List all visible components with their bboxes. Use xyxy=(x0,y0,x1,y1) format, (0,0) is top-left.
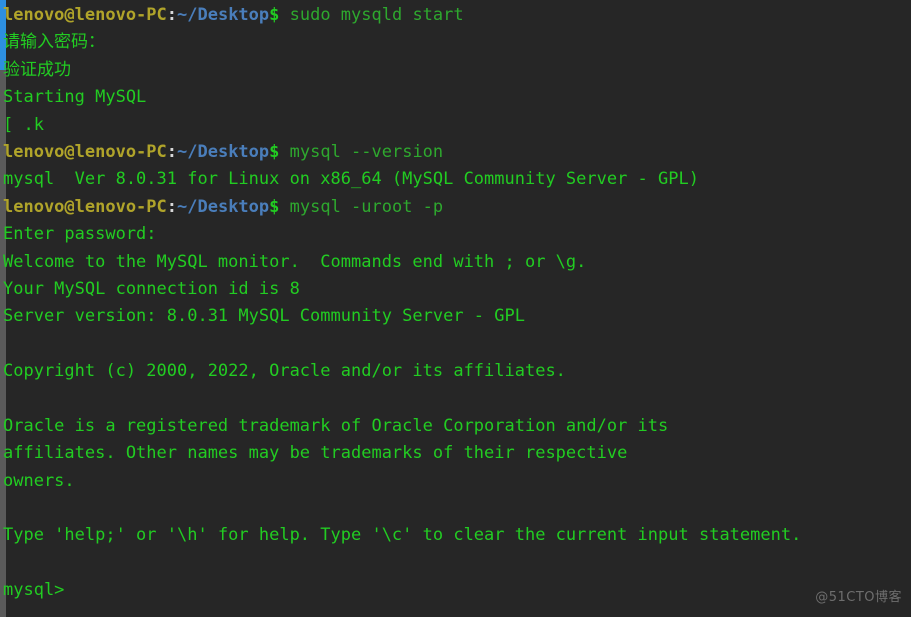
mysql-prompt-label: mysql> xyxy=(3,580,65,601)
prompt-user-host: lenovo@lenovo-PC xyxy=(3,141,167,162)
terminal-output-line: affiliates. Other names may be trademark… xyxy=(3,440,911,467)
terminal-output-text: Your MySQL connection id is 8 xyxy=(3,278,300,299)
terminal-output-line: mysql Ver 8.0.31 for Linux on x86_64 (My… xyxy=(3,166,911,193)
prompt-symbol: $ xyxy=(269,5,280,25)
terminal-screen[interactable]: lenovo@lenovo-PC:~/Desktop$ sudo mysqld … xyxy=(0,2,911,605)
terminal-prompt-line: lenovo@lenovo-PC:~/Desktop$ mysql -uroot… xyxy=(3,194,911,221)
terminal-output-text: owners. xyxy=(3,470,75,491)
terminal-output-text: Server version: 8.0.31 MySQL Community S… xyxy=(3,306,525,327)
terminal-output-line: 请输入密码： xyxy=(3,29,911,56)
prompt-separator: : xyxy=(166,196,178,217)
terminal-output-line: Your MySQL connection id is 8 xyxy=(3,276,911,303)
terminal-output-text: mysql Ver 8.0.31 for Linux on x86_64 (My… xyxy=(3,169,699,190)
terminal-output-line: Enter password: xyxy=(3,221,911,248)
terminal-command: mysql -uroot -p xyxy=(279,196,444,217)
terminal-output-line: Starting MySQL xyxy=(3,84,911,111)
terminal-prompt-line: lenovo@lenovo-PC:~/Desktop$ mysql --vers… xyxy=(3,139,911,166)
terminal-output-text: [ .k xyxy=(3,114,44,135)
terminal-output-line: Server version: 8.0.31 MySQL Community S… xyxy=(3,303,911,330)
prompt-separator: : xyxy=(166,141,178,162)
prompt-symbol: $ xyxy=(269,196,280,217)
prompt-separator: : xyxy=(166,5,178,25)
terminal-output-text: Type 'help;' or '\h' for help. Type '\c'… xyxy=(3,525,802,546)
terminal-command: sudo mysqld start xyxy=(279,5,464,25)
terminal-output-text: Starting MySQL xyxy=(3,87,147,108)
prompt-path: ~/Desktop xyxy=(177,5,270,25)
terminal-output-line: 验证成功 xyxy=(3,57,911,84)
terminal-output-line: Copyright (c) 2000, 2022, Oracle and/or … xyxy=(3,358,911,385)
prompt-path: ~/Desktop xyxy=(177,141,270,162)
terminal-output-text: Oracle is a registered trademark of Orac… xyxy=(3,415,669,436)
terminal-output-text: 请输入密码： xyxy=(3,32,105,53)
terminal-command: mysql --version xyxy=(279,141,444,162)
terminal-output-text: affiliates. Other names may be trademark… xyxy=(3,443,628,464)
watermark-label: @51CTO博客 xyxy=(815,589,902,605)
terminal-output-line: owners. xyxy=(3,468,911,495)
terminal-prompt-line: lenovo@lenovo-PC:~/Desktop$ sudo mysqld … xyxy=(3,2,911,29)
mysql-prompt[interactable]: mysql> xyxy=(3,577,911,604)
terminal-window[interactable]: lenovo@lenovo-PC:~/Desktop$ sudo mysqld … xyxy=(0,0,911,617)
terminal-output-line: Type 'help;' or '\h' for help. Type '\c'… xyxy=(3,522,911,549)
prompt-symbol: $ xyxy=(269,141,280,162)
terminal-output-text: Welcome to the MySQL monitor. Commands e… xyxy=(3,251,587,272)
prompt-path: ~/Desktop xyxy=(177,196,270,217)
terminal-output-text: 验证成功 xyxy=(3,59,71,80)
terminal-output-line: [ .k xyxy=(3,112,911,139)
prompt-user-host: lenovo@lenovo-PC xyxy=(3,5,167,25)
terminal-output-line: Welcome to the MySQL monitor. Commands e… xyxy=(3,249,911,276)
terminal-output-text: Enter password: xyxy=(3,224,157,245)
terminal-output-text: Copyright (c) 2000, 2022, Oracle and/or … xyxy=(3,361,566,382)
prompt-user-host: lenovo@lenovo-PC xyxy=(3,196,167,217)
terminal-output-line: Oracle is a registered trademark of Orac… xyxy=(3,413,911,440)
